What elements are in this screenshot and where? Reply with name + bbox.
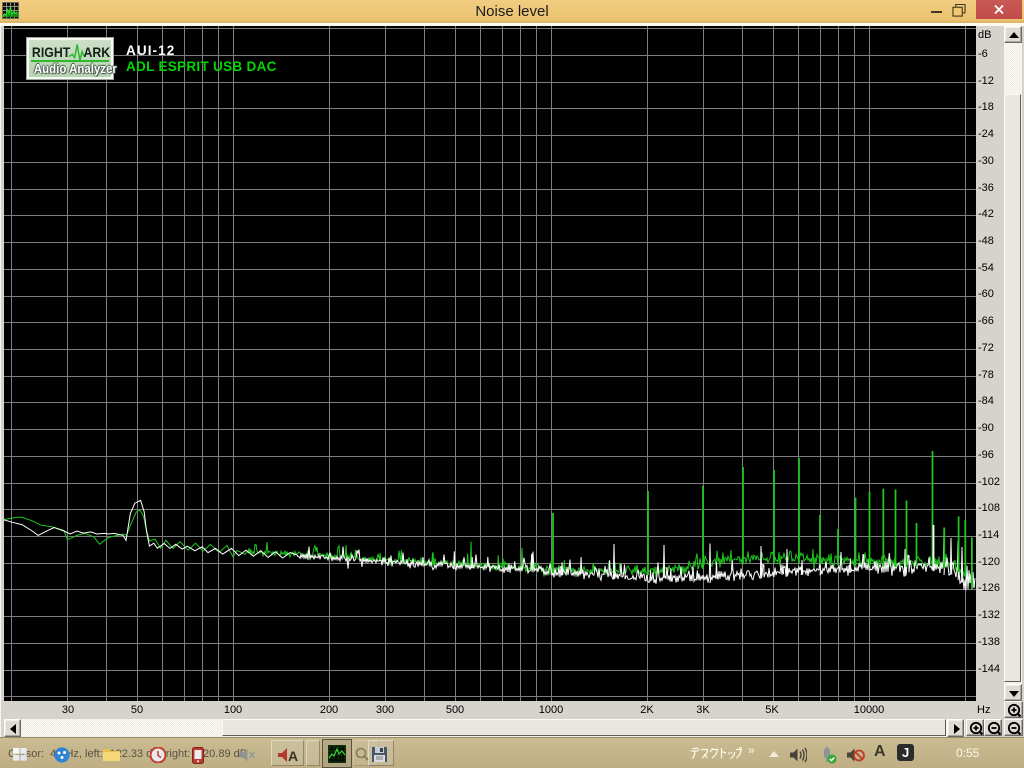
svg-text:A: A xyxy=(288,748,298,764)
